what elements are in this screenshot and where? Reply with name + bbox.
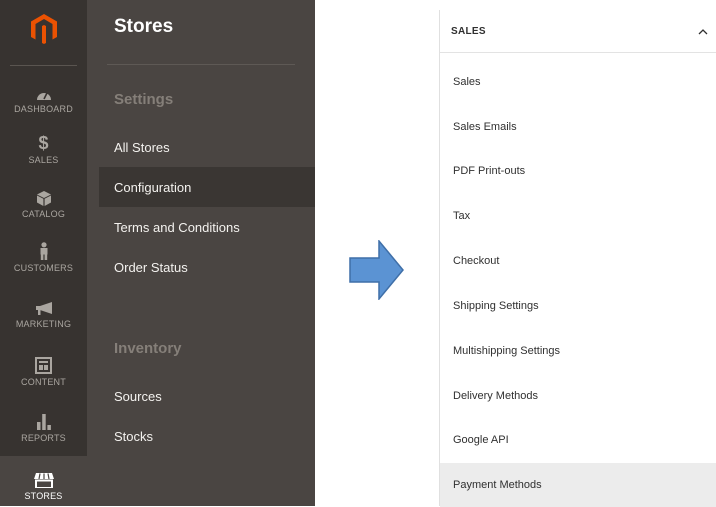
nav-item-marketing[interactable]: MARKETING xyxy=(0,294,87,350)
nav-item-customers[interactable]: CUSTOMERS xyxy=(0,238,87,294)
config-item-label: Sales xyxy=(453,76,481,88)
config-item-label: Payment Methods xyxy=(453,479,542,491)
config-item-google-api[interactable]: Google API xyxy=(440,418,716,462)
storefront-icon xyxy=(33,473,54,488)
config-item-sales[interactable]: Sales xyxy=(440,60,716,104)
config-item-label: Multishipping Settings xyxy=(453,345,561,357)
menu-link-sources[interactable]: Sources xyxy=(114,389,162,404)
dollar-icon: $ xyxy=(38,133,49,153)
config-item-label: PDF Print-outs xyxy=(453,165,526,177)
menu-link-terms-and-conditions[interactable]: Terms and Conditions xyxy=(114,220,240,235)
config-item-label: Sales Emails xyxy=(453,121,517,133)
nav-item-dashboard[interactable]: DASHBOARD xyxy=(0,79,87,135)
panel-title: Stores xyxy=(114,16,174,37)
nav-item-catalog[interactable]: CATALOG xyxy=(0,184,87,240)
nav-label: CUSTOMERS xyxy=(13,263,74,273)
layout-icon xyxy=(35,357,52,374)
magento-logo[interactable] xyxy=(0,0,87,58)
config-item-shipping-settings[interactable]: Shipping Settings xyxy=(440,284,716,328)
config-item-multishipping-settings[interactable]: Multishipping Settings xyxy=(440,329,716,373)
sales-section-header[interactable]: SALES xyxy=(440,10,716,53)
nav-label: STORES xyxy=(24,491,63,501)
stores-submenu-panel: Stores Settings All Stores Configuration… xyxy=(87,0,315,506)
logo-divider xyxy=(10,65,77,66)
menu-link-order-status[interactable]: Order Status xyxy=(114,260,188,275)
nav-label: MARKETING xyxy=(15,319,72,329)
nav-item-stores[interactable]: STORES xyxy=(0,456,87,506)
admin-sidebar: DASHBOARD $ SALES CATALOG CUSTOMERS MARK… xyxy=(0,0,87,506)
section-title-settings: Settings xyxy=(114,91,174,108)
config-item-label: Shipping Settings xyxy=(453,300,539,312)
config-item-label: Tax xyxy=(453,210,471,222)
config-item-label: Google API xyxy=(453,434,509,446)
panel-divider xyxy=(107,64,295,65)
nav-label: CONTENT xyxy=(21,377,66,387)
chevron-up-icon xyxy=(697,26,709,36)
right-arrow-icon xyxy=(349,240,404,300)
megaphone-icon xyxy=(35,302,52,315)
config-item-delivery-methods[interactable]: Delivery Methods xyxy=(440,374,716,418)
person-icon xyxy=(40,242,47,260)
nav-label: REPORTS xyxy=(21,433,66,443)
config-item-label: Checkout xyxy=(453,255,500,267)
config-item-pdf-print-outs[interactable]: PDF Print-outs xyxy=(440,149,716,193)
cube-icon xyxy=(36,191,51,206)
config-sales-panel: SALES Sales Sales Emails PDF Print-outs … xyxy=(439,10,716,507)
nav-label: DASHBOARD xyxy=(14,104,73,114)
nav-item-sales[interactable]: $ SALES xyxy=(0,130,87,186)
bar-chart-icon xyxy=(36,414,51,430)
config-item-checkout[interactable]: Checkout xyxy=(440,239,716,283)
config-item-label: Delivery Methods xyxy=(453,390,538,402)
admin-screenshot: DASHBOARD $ SALES CATALOG CUSTOMERS MARK… xyxy=(0,0,315,506)
menu-link-stocks[interactable]: Stocks xyxy=(114,429,153,444)
menu-link-configuration[interactable]: Configuration xyxy=(114,180,191,195)
config-item-sales-emails[interactable]: Sales Emails xyxy=(440,105,716,149)
menu-link-all-stores[interactable]: All Stores xyxy=(114,140,170,155)
section-header-label: SALES xyxy=(451,25,486,37)
dashboard-icon xyxy=(36,92,51,100)
config-item-payment-methods[interactable]: Payment Methods xyxy=(440,463,716,507)
nav-label: SALES xyxy=(28,155,59,165)
nav-item-content[interactable]: CONTENT xyxy=(0,352,87,408)
magento-logo-icon xyxy=(30,14,57,44)
section-title-inventory: Inventory xyxy=(114,340,182,357)
nav-label: CATALOG xyxy=(21,209,66,219)
config-item-tax[interactable]: Tax xyxy=(440,194,716,238)
